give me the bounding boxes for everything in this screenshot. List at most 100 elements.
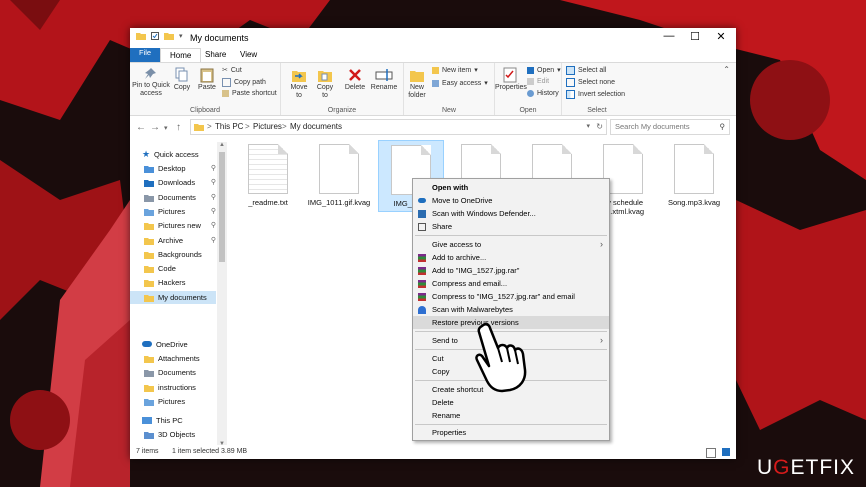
menu-separator <box>415 424 607 425</box>
file-icon <box>319 144 359 194</box>
pin-icon: ⚲ <box>210 193 216 201</box>
breadcrumb-pictures[interactable]: Pictures <box>253 120 282 134</box>
folder-icon <box>144 398 154 406</box>
nav-scrollbar[interactable]: ▲ ▼ <box>217 142 227 447</box>
sidebar-item-attachments[interactable]: Attachments <box>130 352 216 365</box>
checkbox-icon[interactable] <box>151 32 159 40</box>
status-bar: 7 items 1 item selected 3.89 MB <box>130 445 736 459</box>
nav-quick-access[interactable]: ★ Quick access <box>130 148 216 161</box>
new-folder-button[interactable]: New folder <box>406 67 428 100</box>
paste-shortcut-button[interactable]: Paste shortcut <box>222 90 277 97</box>
sidebar-item-pictures[interactable]: Pictures <box>130 395 216 408</box>
tab-view[interactable]: View <box>231 48 266 62</box>
winrar-icon <box>418 293 426 301</box>
folder-icon <box>144 356 154 363</box>
nav-onedrive[interactable]: OneDrive <box>130 338 216 351</box>
breadcrumb-sep: > <box>282 122 287 131</box>
rename-button[interactable]: Rename <box>369 67 399 92</box>
large-icons-view-icon[interactable] <box>722 448 730 456</box>
copy-button[interactable]: Copy <box>172 67 192 92</box>
file-item[interactable]: IMG_1011.gif.kvag <box>307 144 371 207</box>
address-bar[interactable]: > This PC > Pictures > My documents ▾ ↻ <box>190 119 607 135</box>
back-arrow-icon[interactable]: ← <box>136 122 146 133</box>
open-button[interactable]: Open ▾ <box>527 66 561 74</box>
sidebar-item-label: Attachments <box>158 354 200 363</box>
new-item-button[interactable]: New item ▾ <box>432 66 478 74</box>
menu-compress-email[interactable]: Compress and email... <box>413 277 609 290</box>
scroll-up-icon[interactable]: ▲ <box>219 142 225 148</box>
folder-icon <box>144 166 154 173</box>
sidebar-item-instructions[interactable]: instructions <box>130 381 216 394</box>
search-placeholder: Search My documents <box>615 122 690 131</box>
forward-arrow-icon[interactable]: → <box>150 122 160 133</box>
menu-compress-rar-email[interactable]: Compress to "IMG_1527.jpg.rar" and email <box>413 290 609 303</box>
edit-icon <box>527 78 534 85</box>
pin-quick-access-button[interactable]: Pin to Quick access <box>132 67 170 98</box>
easy-access-button[interactable]: Easy access ▾ <box>432 79 488 87</box>
menu-rename[interactable]: Rename <box>413 409 609 422</box>
history-button[interactable]: History <box>527 90 559 97</box>
copy-path-button[interactable]: Copy path <box>222 78 266 87</box>
sidebar-item-documents[interactable]: Documents ⚲ <box>130 191 216 204</box>
select-all-button[interactable]: Select all <box>566 66 606 75</box>
menu-give-access[interactable]: Give access to › <box>413 238 609 251</box>
sidebar-item-my-documents[interactable]: My documents <box>130 290 216 304</box>
chevron-down-icon[interactable]: ▾ <box>586 120 590 134</box>
paste-button[interactable]: Paste <box>196 67 218 92</box>
refresh-icon[interactable]: ↻ <box>596 120 603 134</box>
quick-access-toolbar: ▾ <box>136 32 183 40</box>
menu-delete[interactable]: Delete <box>413 396 609 409</box>
up-arrow-icon[interactable]: ↑ <box>176 122 181 133</box>
file-item[interactable]: Song.mp3.kvag <box>662 144 726 207</box>
sidebar-item-documents[interactable]: Documents <box>130 366 216 379</box>
cut-button[interactable]: ✂ Cut <box>222 66 242 75</box>
recent-chevron-icon[interactable]: ▾ <box>164 124 168 132</box>
menu-open-with[interactable]: Open with <box>413 181 609 194</box>
sidebar-item-archive[interactable]: Archive ⚲ <box>130 234 216 247</box>
new-item-icon <box>432 66 439 74</box>
folder-icon <box>144 294 154 302</box>
edit-button[interactable]: Edit <box>527 78 549 85</box>
tab-file[interactable]: File <box>130 48 160 62</box>
delete-x-icon <box>349 69 361 81</box>
tab-share[interactable]: Share <box>196 48 235 62</box>
nav-this-pc[interactable]: This PC <box>130 414 216 427</box>
nav-scrollbar-thumb[interactable] <box>219 152 225 262</box>
folder-icon[interactable] <box>164 32 174 40</box>
breadcrumb-my-documents[interactable]: My documents <box>290 120 342 134</box>
sidebar-item-pictures[interactable]: Pictures ⚲ <box>130 205 216 218</box>
menu-add-archive[interactable]: Add to archive... <box>413 251 609 264</box>
ribbon-collapse-chevron-icon[interactable]: ⌃ <box>723 65 730 74</box>
sidebar-item-pictures-new[interactable]: Pictures new ⚲ <box>130 219 216 232</box>
delete-button[interactable]: Delete <box>343 67 367 92</box>
menu-scan-malwarebytes[interactable]: Scan with Malwarebytes <box>413 303 609 316</box>
invert-selection-button[interactable]: Invert selection <box>566 90 625 99</box>
search-input[interactable]: Search My documents ⚲ <box>610 119 730 135</box>
maximize-button[interactable]: ☐ <box>682 30 708 43</box>
menu-scan-defender[interactable]: Scan with Windows Defender... <box>413 207 609 220</box>
menu-add-rar[interactable]: Add to "IMG_1527.jpg.rar" <box>413 264 609 277</box>
pin-icon <box>145 68 156 79</box>
menu-properties[interactable]: Properties <box>413 426 609 439</box>
sidebar-item-3d-objects[interactable]: 3D Objects <box>130 428 216 441</box>
select-none-button[interactable]: Select none <box>566 78 615 87</box>
sidebar-item-code[interactable]: Code <box>130 262 216 275</box>
chevron-down-icon[interactable]: ▾ <box>179 32 183 40</box>
minimize-button[interactable]: — <box>656 30 682 42</box>
chevron-down-icon: ▾ <box>484 80 488 87</box>
breadcrumb-this-pc[interactable]: This PC <box>215 120 243 134</box>
sidebar-item-backgrounds[interactable]: Backgrounds <box>130 248 216 261</box>
menu-share[interactable]: Share <box>413 220 609 233</box>
details-view-icon[interactable] <box>706 448 716 458</box>
copy-to-button[interactable]: Copy to <box>313 67 337 100</box>
paste-shortcut-icon <box>222 90 229 97</box>
menu-move-onedrive[interactable]: Move to OneDrive <box>413 194 609 207</box>
properties-button[interactable]: Properties <box>495 67 527 92</box>
file-item[interactable]: _readme.txt <box>236 144 300 207</box>
folder-icon <box>144 384 154 392</box>
close-button[interactable]: ✕ <box>708 30 734 43</box>
sidebar-item-downloads[interactable]: Downloads ⚲ <box>130 176 216 189</box>
sidebar-item-desktop[interactable]: Desktop ⚲ <box>130 162 216 175</box>
sidebar-item-hackers[interactable]: Hackers <box>130 276 216 289</box>
move-to-button[interactable]: Move to <box>287 67 311 100</box>
